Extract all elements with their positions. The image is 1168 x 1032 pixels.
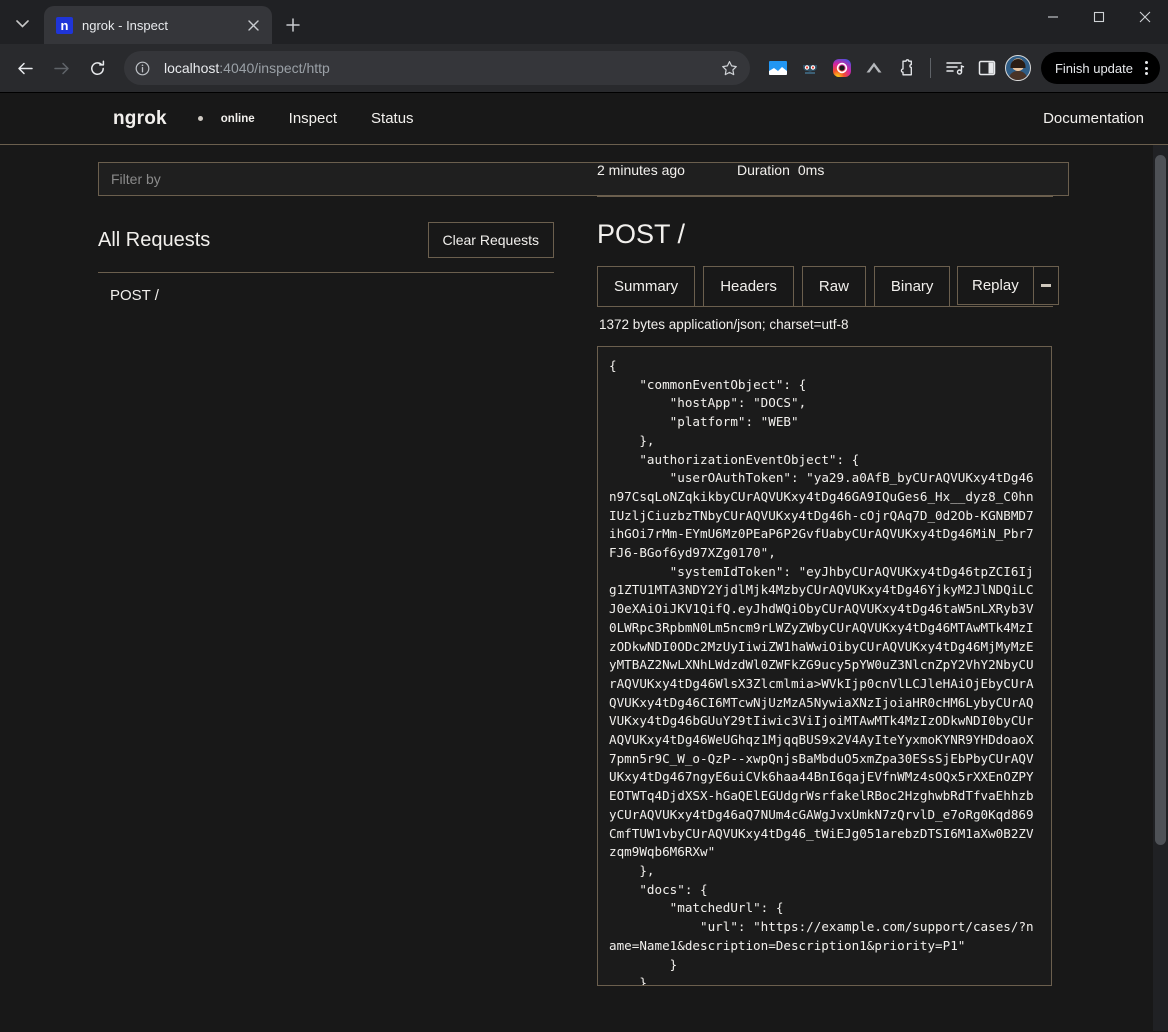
- content-type-line: 1372 bytes application/json; charset=utf…: [597, 307, 1071, 346]
- ngrok-logo: ngrok: [113, 108, 167, 130]
- tab-binary[interactable]: Binary: [874, 266, 951, 307]
- nav-status[interactable]: Status: [371, 110, 414, 127]
- tab-strip: n ngrok - Inspect: [0, 0, 1168, 44]
- nav-inspect[interactable]: Inspect: [289, 110, 337, 127]
- address-bar[interactable]: localhost:4040/inspect/http: [124, 51, 750, 85]
- close-window-icon[interactable]: [1122, 0, 1168, 34]
- nav-documentation[interactable]: Documentation: [1043, 110, 1144, 127]
- duration-value: 0ms: [798, 162, 824, 178]
- browser-toolbar: localhost:4040/inspect/http: [0, 44, 1168, 92]
- address-bar-text: localhost:4040/inspect/http: [164, 60, 708, 76]
- finish-update-button[interactable]: Finish update: [1041, 52, 1160, 84]
- new-tab-button[interactable]: [278, 10, 308, 40]
- reading-list-icon[interactable]: [941, 54, 969, 82]
- request-meta: 2 minutes ago Duration 0ms: [597, 162, 1071, 196]
- request-detail-column: 2 minutes ago Duration 0ms POST / Summar…: [585, 145, 1071, 1031]
- requests-column: All Requests Clear Requests POST /: [0, 145, 487, 1031]
- request-list-item[interactable]: POST /: [98, 273, 554, 304]
- puzzle-extension-icon[interactable]: [892, 54, 920, 82]
- page-scrollbar[interactable]: [1153, 145, 1168, 1031]
- duration-label: Duration: [737, 162, 790, 178]
- status-badge: online: [221, 113, 255, 125]
- requests-header: All Requests Clear Requests: [98, 196, 554, 258]
- inspect-body: All Requests Clear Requests POST / 2 min…: [0, 145, 1168, 1031]
- replay-button[interactable]: Replay: [957, 266, 1033, 305]
- tab-headers[interactable]: Headers: [703, 266, 794, 307]
- all-requests-title: All Requests: [98, 229, 210, 252]
- side-panel-icon[interactable]: [973, 54, 1001, 82]
- toolbar-divider: [930, 58, 931, 78]
- site-info-icon[interactable]: [128, 54, 156, 82]
- tab-raw[interactable]: Raw: [802, 266, 866, 307]
- extension-icons: Finish update: [760, 52, 1160, 84]
- finish-update-label: Finish update: [1055, 61, 1133, 76]
- goggles-extension-icon[interactable]: [796, 54, 824, 82]
- url-host: localhost: [164, 60, 219, 76]
- window-controls: [1030, 0, 1168, 44]
- screenshot-extension-icon[interactable]: [764, 54, 792, 82]
- maximize-icon[interactable]: [1076, 0, 1122, 34]
- tab-search-icon[interactable]: [0, 7, 44, 41]
- status-dot-icon: [198, 116, 203, 121]
- ngrok-site-header: ngrok online Inspect Status Documentatio…: [0, 93, 1168, 145]
- forward-icon[interactable]: [44, 51, 78, 85]
- page-content: ngrok online Inspect Status Documentatio…: [0, 92, 1168, 1032]
- ngrok-favicon: n: [56, 17, 73, 34]
- detail-tabs: Summary Headers Raw Binary Replay: [597, 266, 1071, 307]
- request-body-json: { "commonEventObject": { "hostApp": "DOC…: [609, 357, 1040, 986]
- page-scrollbar-thumb[interactable]: [1155, 155, 1166, 845]
- replay-group: Replay: [957, 266, 1059, 305]
- request-detail-title: POST /: [597, 197, 1071, 266]
- back-icon[interactable]: [8, 51, 42, 85]
- request-body-box: { "commonEventObject": { "hostApp": "DOC…: [597, 346, 1052, 986]
- reload-icon[interactable]: [80, 51, 114, 85]
- browser-window: n ngrok - Inspect: [0, 0, 1168, 1032]
- url-path: :4040/inspect/http: [219, 60, 330, 76]
- replay-dropdown-icon[interactable]: [1033, 266, 1059, 305]
- browser-menu-icon[interactable]: [1139, 61, 1154, 75]
- instagram-extension-icon[interactable]: [828, 54, 856, 82]
- close-tab-icon[interactable]: [242, 14, 264, 36]
- tab-title: ngrok - Inspect: [82, 18, 233, 33]
- clear-requests-button[interactable]: Clear Requests: [428, 222, 555, 258]
- minimize-icon[interactable]: [1030, 0, 1076, 34]
- bookmark-star-icon[interactable]: [716, 54, 744, 82]
- request-time-ago: 2 minutes ago: [597, 162, 685, 178]
- tab-summary[interactable]: Summary: [597, 266, 695, 307]
- nordvpn-extension-icon[interactable]: [860, 54, 888, 82]
- browser-tab[interactable]: n ngrok - Inspect: [44, 6, 272, 44]
- profile-avatar[interactable]: [1005, 55, 1031, 81]
